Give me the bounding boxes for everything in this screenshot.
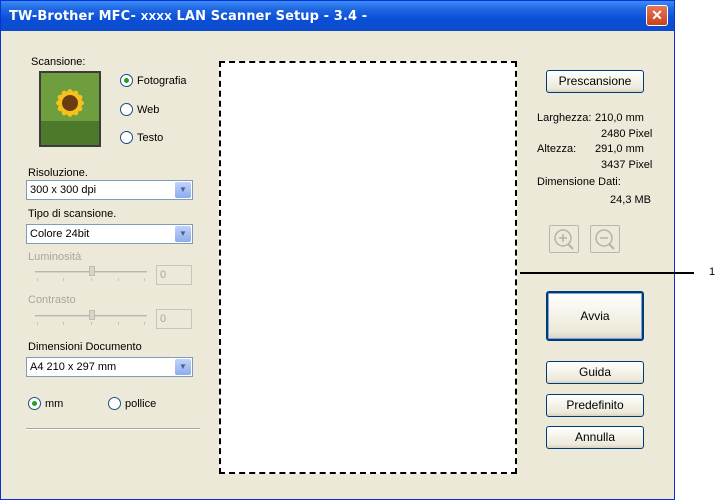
- radio-web[interactable]: Web: [120, 103, 159, 116]
- help-button[interactable]: Guida: [546, 361, 644, 384]
- zoom-out-button[interactable]: [590, 225, 620, 253]
- height-mm: 291,0 mm: [595, 143, 644, 155]
- close-icon: ✕: [651, 7, 663, 23]
- start-button[interactable]: Avvia: [546, 291, 644, 341]
- width-px: 2480 Pixel: [601, 128, 653, 140]
- default-button[interactable]: Predefinito: [546, 394, 644, 417]
- zoom-in-icon: [554, 229, 574, 250]
- contrast-value[interactable]: 0: [156, 309, 192, 329]
- scan-type-select[interactable]: Colore 24bit ▼: [26, 224, 193, 244]
- divider: [26, 428, 200, 430]
- scan-label: Scansione:: [31, 56, 86, 68]
- title-bar[interactable]: TW-Brother MFC- XXXX LAN Scanner Setup -…: [1, 1, 674, 31]
- callout-line: [520, 272, 694, 274]
- brightness-value[interactable]: 0: [156, 265, 192, 285]
- scanner-setup-window: TW-Brother MFC- XXXX LAN Scanner Setup -…: [0, 0, 675, 500]
- data-size-label: Dimensione Dati:: [537, 176, 621, 188]
- contrast-label: Contrasto: [28, 294, 76, 306]
- window-title: TW-Brother MFC- XXXX LAN Scanner Setup -…: [9, 8, 368, 24]
- width-label: Larghezza:: [537, 112, 592, 124]
- chevron-down-icon: ▼: [175, 226, 191, 242]
- scan-type-label: Tipo di scansione.: [28, 208, 117, 220]
- height-label: Altezza:: [537, 143, 577, 155]
- radio-testo[interactable]: Testo: [120, 131, 163, 144]
- zoom-in-button[interactable]: [549, 225, 579, 253]
- brightness-label: Luminosità: [28, 251, 82, 263]
- cancel-button[interactable]: Annulla: [546, 426, 644, 449]
- prescan-button[interactable]: Prescansione: [546, 70, 644, 93]
- radio-mm[interactable]: mm: [28, 397, 63, 410]
- resolution-label: Risoluzione.: [28, 167, 88, 179]
- doc-size-select[interactable]: A4 210 x 297 mm ▼: [26, 357, 193, 377]
- resolution-select[interactable]: 300 x 300 dpi ▼: [26, 180, 193, 200]
- radio-fotografia[interactable]: Fotografia: [120, 74, 187, 87]
- sunflower-icon: [41, 73, 99, 145]
- callout-mark: 1: [709, 266, 715, 278]
- photo-thumbnail: [39, 71, 101, 147]
- preview-area[interactable]: [219, 61, 517, 474]
- close-button[interactable]: ✕: [646, 5, 668, 26]
- chevron-down-icon: ▼: [175, 359, 191, 375]
- radio-pollice[interactable]: pollice: [108, 397, 156, 410]
- height-px: 3437 Pixel: [601, 159, 653, 171]
- doc-size-label: Dimensioni Documento: [28, 341, 142, 353]
- data-size-value: 24,3 MB: [610, 194, 651, 206]
- width-mm: 210,0 mm: [595, 112, 644, 124]
- chevron-down-icon: ▼: [175, 182, 191, 198]
- zoom-out-icon: [595, 229, 615, 250]
